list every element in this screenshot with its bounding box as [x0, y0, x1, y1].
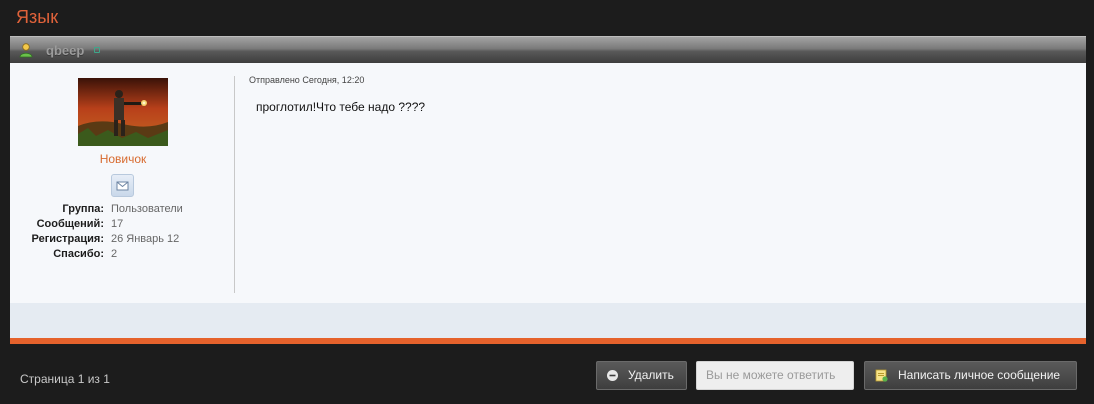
info-label: Спасибо:	[53, 248, 104, 260]
pagination-label: Страница 1 из 1	[20, 372, 110, 386]
author-info-column: Новичок Группа: Пользователи Сообщений: …	[10, 63, 235, 303]
info-label: Сообщений:	[36, 218, 104, 230]
info-label: Регистрация:	[31, 233, 104, 245]
note-icon	[875, 369, 888, 382]
avatar[interactable]	[78, 78, 168, 146]
author-info-group: Группа: Пользователи	[10, 203, 235, 218]
info-value: 26 Январь 12	[111, 233, 180, 245]
minus-circle-icon	[607, 370, 618, 381]
author-name-link[interactable]: qbeep	[46, 43, 84, 58]
post-header: qbeep	[10, 36, 1086, 63]
delete-button[interactable]: Удалить	[596, 361, 687, 390]
info-label: Группа:	[62, 203, 104, 215]
accent-divider	[10, 338, 1086, 344]
cannot-reply-label: Вы не можете ответить	[706, 368, 836, 382]
send-pm-button[interactable]	[111, 174, 134, 197]
profile-card-icon[interactable]	[94, 47, 100, 53]
envelope-icon	[116, 181, 129, 191]
member-rank: Новичок	[99, 152, 147, 166]
post-content: проглотил!Что тебе надо ????	[256, 100, 426, 114]
info-value: 2	[111, 248, 118, 260]
delete-label: Удалить	[628, 368, 674, 382]
author-info-thanks: Спасибо: 2	[10, 248, 235, 263]
author-info-posts: Сообщений: 17	[10, 218, 235, 233]
author-info-registration: Регистрация: 26 Январь 12	[10, 233, 235, 248]
post-footer	[10, 303, 1086, 340]
column-divider	[234, 76, 235, 293]
user-online-icon	[19, 43, 33, 58]
topic-title: Язык	[0, 0, 1094, 34]
post-date: Отправлено Сегодня, 12:20	[249, 75, 365, 85]
cannot-reply-button: Вы не можете ответить	[696, 361, 854, 390]
info-value: 17	[111, 218, 124, 230]
post: qbeep Новичок Группа: Пользователи Сообщ…	[10, 36, 1086, 344]
info-value: Пользователи	[111, 203, 183, 215]
write-pm-label: Написать личное сообщение	[898, 368, 1061, 382]
write-pm-button[interactable]: Написать личное сообщение	[864, 361, 1077, 390]
post-body: Новичок Группа: Пользователи Сообщений: …	[10, 63, 1086, 303]
